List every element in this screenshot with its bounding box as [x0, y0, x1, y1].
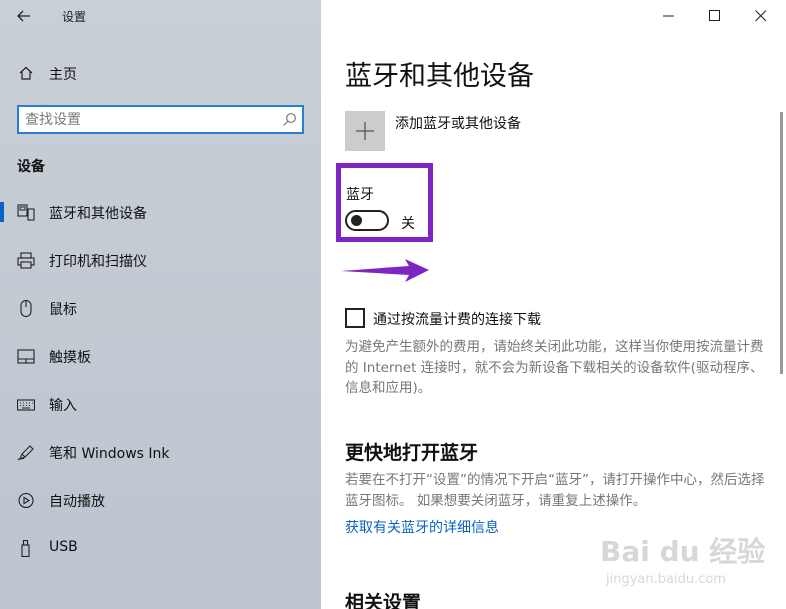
close-button[interactable]	[738, 0, 784, 32]
bluetooth-state-label: 关	[401, 216, 415, 232]
sidebar-item-usb[interactable]: USB	[0, 528, 321, 568]
quick-open-heading: 更快地打开蓝牙	[345, 442, 479, 464]
sidebar-item-touchpad[interactable]: 触摸板	[0, 336, 321, 376]
minimize-icon	[663, 15, 674, 17]
sidebar-item-label: 自动播放	[49, 494, 105, 510]
scrollbar[interactable]	[780, 112, 783, 374]
keyboard-icon	[17, 399, 35, 411]
sidebar-item-mouse[interactable]: 鼠标	[0, 288, 321, 328]
sidebar-item-pen[interactable]: 笔和 Windows Ink	[0, 432, 321, 472]
toggle-knob	[351, 215, 362, 226]
watermark-logo: Bai du 经验	[600, 535, 766, 568]
main-pane: 蓝牙和其他设备 添加蓝牙或其他设备 蓝牙 关 通过按流量计费的连接下载 为避免产…	[321, 0, 786, 609]
mouse-icon	[20, 300, 32, 317]
close-icon	[755, 10, 767, 22]
section-title: 设备	[17, 159, 45, 175]
bluetooth-label: 蓝牙	[346, 187, 374, 203]
sidebar-item-autoplay[interactable]: 自动播放	[0, 480, 321, 520]
maximize-icon	[709, 10, 720, 21]
quick-open-description: 若要在不打开“设置”的情况下开启“蓝牙”，请打开操作中心，然后选择蓝牙图标。 如…	[345, 472, 765, 509]
search-icon	[283, 113, 296, 126]
printer-icon	[17, 252, 35, 269]
settings-sidebar: 设置 主页 设备 蓝牙和其他设备 打印机和扫描仪	[0, 0, 321, 609]
annotation-arrow-icon	[341, 259, 429, 282]
nav-home[interactable]: 主页	[0, 58, 321, 88]
search-input[interactable]	[25, 110, 275, 130]
sidebar-item-label: 笔和 Windows Ink	[49, 446, 170, 462]
touchpad-icon	[17, 349, 35, 364]
search-box[interactable]	[17, 105, 304, 134]
add-device-button[interactable]	[345, 111, 385, 151]
bluetooth-info-link[interactable]: 获取有关蓝牙的详细信息	[345, 517, 499, 537]
maximize-button[interactable]	[692, 0, 738, 32]
sidebar-item-label: 蓝牙和其他设备	[49, 206, 147, 222]
sidebar-item-label: USB	[49, 539, 78, 555]
add-device-label[interactable]: 添加蓝牙或其他设备	[395, 113, 521, 133]
watermark-url: jingyan.baidu.com	[606, 572, 726, 587]
app-title: 设置	[62, 10, 87, 24]
sidebar-item-printers[interactable]: 打印机和扫描仪	[0, 240, 321, 280]
sidebar-item-label: 鼠标	[49, 302, 77, 318]
sidebar-item-label: 打印机和扫描仪	[49, 254, 147, 270]
metered-download-checkbox[interactable]	[345, 308, 365, 328]
usb-icon	[21, 540, 30, 557]
pen-icon	[17, 445, 34, 461]
minimize-button[interactable]	[646, 0, 692, 32]
back-arrow-icon	[17, 10, 30, 22]
sidebar-item-bluetooth[interactable]: 蓝牙和其他设备	[0, 192, 321, 232]
metered-description: 为避免产生额外的费用，请始终关闭此功能，这样当你使用按流量计费的 Interne…	[345, 339, 764, 396]
sidebar-item-label: 触摸板	[49, 350, 91, 366]
plus-icon	[356, 122, 374, 140]
watermark: Bai du 经验 jingyan.baidu.com	[600, 530, 765, 600]
sidebar-item-typing[interactable]: 输入	[0, 384, 321, 424]
home-icon	[19, 66, 33, 80]
page-title: 蓝牙和其他设备	[345, 61, 534, 92]
nav-home-label: 主页	[49, 67, 77, 83]
metered-download-label[interactable]: 通过按流量计费的连接下载	[373, 309, 541, 329]
autoplay-icon	[18, 492, 34, 509]
bluetooth-toggle[interactable]	[345, 210, 389, 231]
sidebar-item-label: 输入	[49, 398, 77, 414]
bluetooth-devices-icon	[17, 204, 35, 221]
back-button[interactable]	[10, 5, 38, 27]
related-settings-heading: 相关设置	[345, 592, 422, 609]
titlebar-left: 设置	[0, 0, 321, 32]
